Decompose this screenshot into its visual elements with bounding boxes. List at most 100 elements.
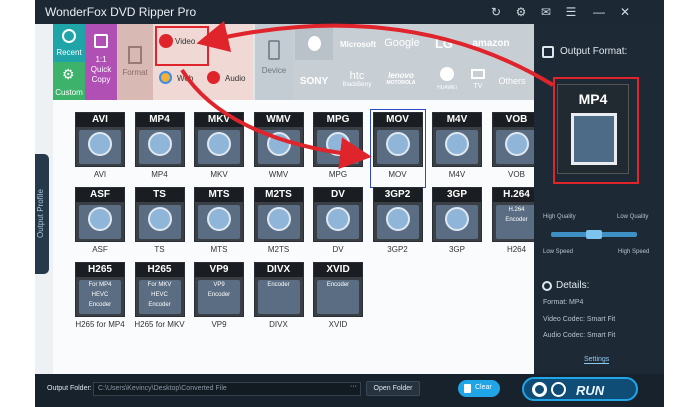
format-tile-mts[interactable]: MTS MTS (194, 187, 244, 260)
quality-speed-slider[interactable] (551, 230, 637, 239)
current-format-tile[interactable]: MP4 (557, 84, 629, 174)
format-tile-label: VP9 (211, 320, 227, 329)
audio-tab[interactable]: Audio (205, 68, 251, 88)
menu-icon[interactable]: ☰ (563, 4, 579, 20)
lenovo-brand[interactable]: lenovo MOTOROLA (379, 71, 423, 86)
format-tile-art: Encoder (317, 280, 359, 314)
format-tile-header: MPG (314, 113, 362, 127)
amazon-brand[interactable]: amazon (467, 38, 515, 49)
quick-copy-button[interactable]: 1:1 Quick Copy (85, 24, 117, 100)
lg-brand[interactable]: LG (425, 36, 463, 51)
settings-button[interactable]: Settings (584, 356, 610, 364)
minimize-icon[interactable]: — (591, 4, 607, 20)
format-tile-3gp2[interactable]: 3GP2 3GP2 (372, 187, 423, 260)
format-icon: MP4 (134, 112, 185, 167)
format-tile-caption: HEVC (91, 292, 109, 298)
output-folder-path: C:\Users\Kevincy\Desktop\Converted File (98, 385, 227, 392)
format-tile-mpg[interactable]: MPG MPG (313, 112, 363, 185)
run-button[interactable]: RUN (522, 377, 638, 401)
format-tile-m2ts[interactable]: M2TS M2TS (253, 187, 304, 260)
format-tile-caption: HEVC (151, 292, 168, 298)
format-tile-header: H265 (135, 263, 184, 277)
format-tile-divx[interactable]: DIVX Encoder DIVX (253, 262, 304, 335)
output-profile-tab[interactable]: Output Profile (35, 154, 49, 274)
format-tile-header: WMV (254, 113, 303, 127)
open-folder-button[interactable]: Open Folder (366, 381, 420, 396)
huawei-icon (440, 67, 454, 81)
format-tile-mov[interactable]: MOV MOV (369, 109, 426, 188)
format-tile-label: WMV (268, 170, 289, 179)
format-tile-wmv[interactable]: WMV WMV (253, 112, 304, 185)
apple-icon (308, 36, 321, 51)
format-icon: H265 For MKV HEVC Encoder (134, 262, 185, 317)
media-icon (147, 207, 172, 231)
huawei-brand[interactable]: HUAWEI (427, 64, 467, 96)
huawei-label: HUAWEI (437, 85, 457, 91)
browse-button[interactable]: ··· (350, 383, 357, 390)
format-tile-label: DIVX (269, 320, 288, 329)
format-tile-label: MOV (388, 170, 407, 179)
refresh-icon[interactable]: ↻ (488, 4, 504, 20)
htc-brand[interactable]: htc BlackBerry (337, 70, 377, 88)
format-icon: XVID Encoder (313, 262, 363, 317)
custom-button[interactable]: ⚙ Custom (53, 62, 85, 100)
format-tile-mkv[interactable]: MKV MKV (194, 112, 244, 185)
media-icon (207, 132, 231, 156)
format-tile-label: 3GP2 (387, 245, 408, 254)
target-icon (551, 382, 566, 397)
format-category[interactable]: Format (117, 24, 153, 100)
web-tab[interactable]: Web (157, 68, 201, 88)
profile-panel: Output Profile Recent ⚙ Custom 1:1 Quick… (35, 24, 542, 374)
media-icon (266, 207, 291, 231)
format-tile-label: H265 for MKV (134, 320, 185, 329)
high-speed-label: High Speed (618, 249, 650, 255)
device-category[interactable]: Device (255, 24, 293, 100)
output-folder-field[interactable]: C:\Users\Kevincy\Desktop\Converted File (93, 382, 361, 396)
open-folder-label: Open Folder (373, 385, 413, 392)
clear-button[interactable]: Clear (458, 380, 500, 397)
format-tile-3gp[interactable]: 3GP 3GP (432, 187, 482, 260)
apple-brand[interactable] (295, 28, 333, 60)
format-tile-mp4[interactable]: MP4 MP4 (134, 112, 185, 185)
recent-label: Recent (56, 48, 82, 57)
media-icon (504, 132, 529, 156)
media-icon (385, 132, 410, 156)
format-tile-h265-for-mp4[interactable]: H265 For MP4 HEVC Encoder H265 for MP4 (75, 262, 125, 335)
details-title: Details: (556, 280, 590, 291)
format-tile-label: DV (332, 245, 344, 254)
format-tile-h265-for-mkv[interactable]: H265 For MKV HEVC Encoder H265 for MKV (134, 262, 185, 335)
format-tile-xvid[interactable]: XVID Encoder XVID (313, 262, 363, 335)
format-tile-header: MKV (195, 113, 243, 127)
others-brand[interactable]: Others (493, 76, 531, 86)
format-tile-ts[interactable]: TS TS (134, 187, 185, 260)
format-tile-header: VP9 (195, 263, 243, 277)
custom-label: Custom (55, 88, 83, 97)
google-brand[interactable]: Google (383, 37, 421, 49)
gear-icon[interactable]: ⚙ (513, 4, 529, 20)
app-title: WonderFox DVD Ripper Pro (45, 5, 197, 19)
recent-button[interactable]: Recent (53, 24, 85, 62)
low-speed-label: Low Speed (543, 249, 574, 255)
format-tile-dv[interactable]: DV DV (313, 187, 363, 260)
microsoft-brand[interactable]: Microsoft (335, 40, 381, 49)
format-tile-header: AVI (76, 113, 124, 127)
sony-brand[interactable]: SONY (295, 76, 333, 87)
format-tile-avi[interactable]: AVI AVI (75, 112, 125, 185)
format-icon: TS (134, 187, 185, 242)
video-tab[interactable]: Video (157, 30, 205, 54)
format-tile-asf[interactable]: ASF ASF (75, 187, 125, 260)
video-codec-detail: Video Codec: Smart Fit (543, 316, 616, 323)
format-tile-art: Encoder (257, 280, 300, 314)
tv-brand[interactable]: TV (469, 64, 487, 96)
format-icon: M2TS (253, 187, 304, 242)
bottom-bar: Output Folder: C:\Users\Kevincy\Desktop\… (35, 374, 664, 407)
format-tile-header: M2TS (254, 188, 303, 202)
slider-handle[interactable] (586, 230, 602, 239)
category-bar: Recent ⚙ Custom 1:1 Quick Copy Format Vi… (53, 24, 534, 100)
disc-icon (532, 382, 547, 397)
format-tile-m4v[interactable]: M4V M4V (432, 112, 482, 185)
format-tile-header: DIVX (254, 263, 303, 277)
message-icon[interactable]: ✉ (538, 4, 554, 20)
format-tile-vp9[interactable]: VP9 VP9 Encoder VP9 (194, 262, 244, 335)
close-icon[interactable]: ✕ (617, 4, 633, 20)
